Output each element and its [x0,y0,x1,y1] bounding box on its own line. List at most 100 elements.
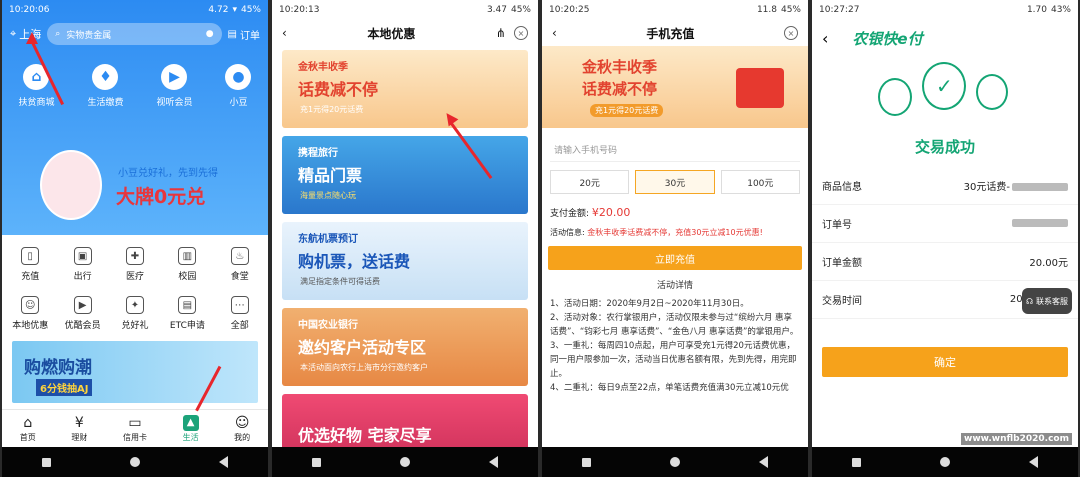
back-nav-icon[interactable] [489,456,499,468]
service-item-1[interactable]: ▣ 出行 [56,247,108,282]
phone-abc-home: 10:20:06 4.72 ▾ 45% ⌖ 上海 ⌕ 实物贵金属 ● ▤ 订单 ⌂ 扶贫商城 ♦… [2,0,268,477]
search-icon: ⌕ [55,29,61,39]
status-bar: 10:20:13 3.47 45% [272,0,538,20]
medical-icon: ✚ [125,247,144,265]
promo-line1: 小豆兑好礼，先到先得 [118,168,218,179]
quick-entry-label: 小豆 [229,98,248,108]
recent-apps-icon[interactable] [41,457,51,467]
detail-row-1: 订单号 [812,205,1078,243]
close-icon[interactable]: × [783,26,798,40]
net-speed: 4.72 [208,5,229,15]
service-item-8[interactable]: ▤ ETC申请 [161,296,213,331]
tab-label: 我的 [234,432,251,442]
battery-level: 43% [1050,5,1071,15]
offer-banner-0[interactable]: 金秋丰收季 话费减不停 充1元得20元话费 [282,50,528,128]
promo-card[interactable]: 小豆兑好礼，先到先得 大牌0元兑 [12,148,258,228]
service-item-6[interactable]: ▶ 优酷会员 [56,296,108,331]
home-nav-icon[interactable] [669,457,680,467]
watermark: www.wnflb2020.com [961,433,1072,445]
back-icon[interactable]: ‹ [552,26,557,40]
phone-number-input[interactable]: 请输入手机号码 [550,138,800,162]
row-value-wrap [1010,218,1068,229]
home-nav-icon[interactable] [399,457,410,467]
status-bar: 10:27:27 1.70 43% [812,0,1078,20]
banner-subtitle: 6分钱抽AJ [36,379,93,396]
net-speed: 11.8 [756,5,777,15]
back-icon[interactable]: ‹ [822,29,828,48]
mic-icon[interactable]: ● [206,29,214,39]
service-label: 出行 [73,272,92,282]
act-label: 活动信息: [550,228,585,237]
tab-4[interactable]: ☺ 我的 [234,415,250,443]
net-speed: 3.47 [486,5,507,15]
service-item-7[interactable]: ✦ 兑好礼 [109,296,161,331]
order-button[interactable]: ▤ 订单 [228,27,260,42]
service-item-5[interactable]: ☺ 本地优惠 [4,296,56,331]
detail-title: 活动详情 [656,281,693,291]
home-nav-icon[interactable] [129,457,140,467]
home-icon: ⌂ [23,414,33,431]
offer-banner-3[interactable]: 中国农业银行 邀约客户活动专区 本活动面向农行上海市分行邀约客户 [282,308,528,386]
service-item-3[interactable]: ▥ 校园 [161,247,213,282]
banner-line3: 充1元得20元话费 [590,104,664,117]
android-nav-bar [542,447,808,477]
recharge-button[interactable]: 立即充值 [548,246,802,270]
recent-apps-icon[interactable] [851,457,861,467]
recent-apps-icon[interactable] [581,457,591,467]
amount-option-0[interactable]: 20元 [550,170,630,194]
amount-option-2[interactable]: 100元 [720,170,800,194]
play-icon: ▶ [161,64,188,90]
back-icon[interactable]: ‹ [282,26,287,40]
back-nav-icon[interactable] [1029,456,1039,468]
back-nav-icon[interactable] [759,456,769,468]
tab-label: 信用卡 [122,432,147,442]
share-icon[interactable]: ⋔ [496,26,506,40]
tab-2[interactable]: ▭ 信用卡 [123,415,147,443]
offer-banner-2[interactable]: 东航机票预订 购机票，送话费 满足指定条件可得话费 [282,222,528,300]
quick-entry-2[interactable]: ▶ 视听会员 [156,64,193,108]
wifi-icon: ▾ [232,5,237,15]
search-input[interactable]: ⌕ 实物贵金属 ● [47,23,222,45]
banner-line2: 话费减不停 [298,80,379,99]
close-icon[interactable]: × [513,26,528,40]
amount-option-1[interactable]: 30元 [635,170,715,194]
banner-title: 购燃购潮 [24,358,92,378]
confirm-button[interactable]: 确定 [822,347,1068,377]
video-icon: ▶ [73,296,92,314]
banner-line2: 话费减不停 [582,80,658,98]
tab-label: 首页 [19,432,36,442]
gift-box-image [736,68,784,108]
quick-entry-3[interactable]: ● 小豆 [225,64,252,108]
detail-row-0: 商品信息 30元话费- [812,167,1078,205]
service-item-9[interactable]: ⋯ 全部 [214,296,266,331]
bean-icon: ● [225,64,252,90]
service-item-0[interactable]: ▯ 充值 [4,247,56,282]
page-title: 本地优惠 [367,26,416,41]
customer-service-button[interactable]: ☊ 联系客服 [1022,288,1072,314]
banner-line1: 携程旅行 [298,148,338,159]
service-item-4[interactable]: ♨ 食堂 [214,247,266,282]
bag-icon: ▲ [182,414,199,431]
act-value: 金秋丰收季话费减不停，充值30元立减10元优惠! [587,228,763,237]
status-time: 10:27:27 [819,5,860,15]
bottom-tab-bar: ⌂ 首页 ¥ 理财 ▭ 信用卡 ▲ 生活 ☺ 我的 [2,409,268,447]
topup-banner[interactable]: 金秋丰收季 话费减不停 充1元得20元话费 [542,46,808,128]
tab-1[interactable]: ¥ 理财 [71,415,87,443]
tab-label: 生活 [182,432,199,442]
tab-0[interactable]: ⌂ 首页 [20,415,36,443]
recent-apps-icon[interactable] [311,457,321,467]
amount-options: 20元 30元 100元 [542,162,808,194]
user-icon: ☺ [234,414,250,431]
quick-entry-1[interactable]: ♦ 生活缴费 [87,64,124,108]
mascot-image [40,150,102,220]
order-label: 订单 [240,30,260,42]
service-item-2[interactable]: ✚ 医疗 [109,247,161,282]
detail-line: 3、一重礼：每周四10点起，用户可享受充1元得20元话费优惠，同一用户限参加一次… [550,341,797,379]
phone-icon: ▯ [21,247,40,265]
back-nav-icon[interactable] [219,456,229,468]
banner-line1: 中国农业银行 [298,320,358,331]
tab-3[interactable]: ▲ 生活 [182,414,199,443]
quick-entry-0[interactable]: ⌂ 扶贫商城 [18,64,55,108]
sneaker-banner[interactable]: 购燃购潮 6分钱抽AJ [12,341,258,403]
home-nav-icon[interactable] [939,457,950,467]
